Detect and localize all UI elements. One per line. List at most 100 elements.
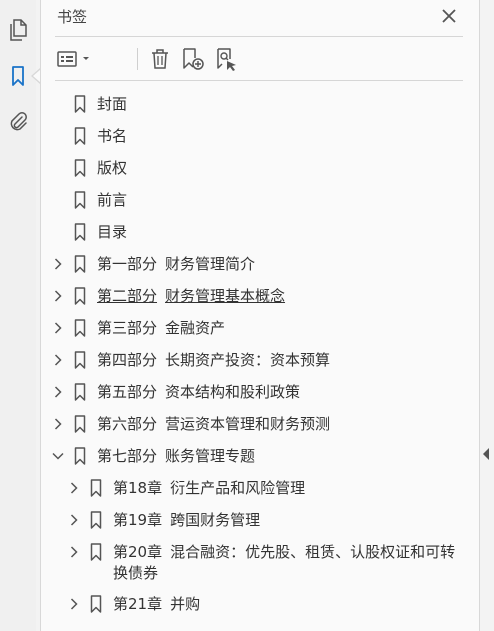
bookmark-icon [89, 594, 103, 614]
bookmark-item[interactable]: 版权 [41, 152, 479, 184]
bookmark-label: 第18章 衍生产品和风险管理 [113, 478, 305, 499]
bookmark-label: 前言 [97, 191, 128, 209]
bookmark-item[interactable]: 第一部分 财务管理简介 [41, 248, 479, 280]
bookmark-item[interactable]: 第二部分 财务管理基本概念 [41, 280, 479, 312]
bookmark-icon [73, 222, 87, 242]
bookmark-label: 第六部分 营运资本管理和财务预测 [97, 414, 330, 435]
bookmark-icon [73, 94, 87, 114]
panel-title: 书签 [57, 8, 88, 26]
close-panel-button[interactable] [439, 6, 459, 26]
bookmark-part: 第四部分 [97, 351, 158, 369]
bookmark-title: 混合融资：优先股、租赁、认股权证和可转换债券 [113, 543, 456, 582]
bookmark-item[interactable]: 封面 [41, 88, 479, 120]
new-bookmark-button[interactable] [179, 46, 207, 72]
bookmark-item[interactable]: 第六部分 营运资本管理和财务预测 [41, 408, 479, 440]
chevron-right-icon[interactable] [67, 544, 81, 560]
bookmark-item[interactable]: 书名 [41, 120, 479, 152]
attachment-icon[interactable] [6, 110, 30, 134]
bookmark-icon [73, 190, 87, 210]
bookmark-icon [73, 158, 87, 178]
bookmark-icon [89, 542, 103, 562]
chevron-left-icon [483, 448, 489, 460]
bookmark-part: 第七部分 [97, 447, 158, 465]
bookmark-item[interactable]: 第五部分 资本结构和股利政策 [41, 376, 479, 408]
bookmark-label: 第三部分 金融资产 [97, 318, 225, 339]
bookmark-icon [73, 350, 87, 370]
bookmark-icon [73, 126, 87, 146]
bookmark-label: 书名 [97, 127, 128, 145]
bookmark-item[interactable]: 第四部分 长期资产投资：资本预算 [41, 344, 479, 376]
bookmark-icon [73, 254, 87, 274]
chevron-right-icon[interactable] [67, 596, 81, 612]
bookmark-icon [73, 382, 87, 402]
chevron-right-icon[interactable] [51, 352, 65, 368]
bookmark-icon [73, 286, 87, 306]
chevron-right-icon[interactable] [51, 384, 65, 400]
bookmarks-panel: 书签 封面 书名 版权 前言 目录 第一部分 财务管理简介 第二部分 财务管理基… [40, 0, 480, 631]
bookmark-item[interactable]: 第三部分 金融资产 [41, 312, 479, 344]
bookmark-title: 财务管理简介 [165, 255, 256, 273]
bookmark-part: 第三部分 [97, 319, 158, 337]
bookmark-label: 第七部分 账务管理专题 [97, 446, 255, 467]
bookmark-item[interactable]: 前言 [41, 184, 479, 216]
title-divider [55, 36, 463, 37]
toolbar-divider [55, 80, 463, 81]
chevron-right-icon[interactable] [51, 416, 65, 432]
bookmark-icon[interactable] [6, 64, 30, 88]
bookmark-child-item[interactable]: 第19章 跨国财务管理 [41, 504, 479, 536]
bookmark-title: 并购 [170, 595, 201, 613]
bookmark-options-icon [57, 51, 89, 67]
bookmark-options-button[interactable] [55, 46, 95, 72]
bookmark-child-item[interactable]: 第18章 衍生产品和风险管理 [41, 472, 479, 504]
bookmark-child-item[interactable]: 第20章 混合融资：优先股、租赁、认股权证和可转换债券 [41, 536, 479, 588]
bookmark-label: 第五部分 资本结构和股利政策 [97, 382, 300, 403]
new-bookmark-icon [183, 48, 204, 70]
bookmark-child-item[interactable]: 第21章 并购 [41, 588, 479, 620]
bookmark-part: 第19章 [113, 511, 163, 529]
bookmark-part: 第21章 [113, 595, 163, 613]
chevron-right-icon[interactable] [51, 288, 65, 304]
bookmark-label: 目录 [97, 223, 128, 241]
bookmark-title: 跨国财务管理 [170, 511, 261, 529]
bookmark-part: 第一部分 [97, 255, 158, 273]
bookmark-title: 财务管理基本概念 [165, 287, 286, 305]
bookmark-icon [73, 446, 87, 466]
chevron-right-icon[interactable] [51, 320, 65, 336]
find-bookmark-icon [217, 48, 236, 71]
bookmark-label: 版权 [97, 159, 128, 177]
bookmark-icon [89, 510, 103, 530]
chevron-right-icon[interactable] [67, 480, 81, 496]
bookmark-part: 第五部分 [97, 383, 158, 401]
bookmark-icon [73, 414, 87, 434]
trash-icon [152, 49, 168, 69]
chevron-right-icon[interactable] [51, 256, 65, 272]
chevron-right-icon[interactable] [67, 512, 81, 528]
bookmark-part: 第18章 [113, 479, 163, 497]
bookmark-label: 第20章 混合融资：优先股、租赁、认股权证和可转换债券 [113, 542, 463, 584]
delete-bookmark-button[interactable] [147, 46, 173, 72]
bookmark-label: 封面 [97, 95, 128, 113]
bookmark-part: 第六部分 [97, 415, 158, 433]
left-tool-strip [0, 0, 41, 631]
toolbar-separator [137, 48, 138, 70]
bookmark-title: 金融资产 [165, 319, 226, 337]
bookmark-title: 长期资产投资：资本预算 [165, 351, 331, 369]
chevron-down-icon[interactable] [51, 448, 65, 464]
bookmark-label: 第二部分 财务管理基本概念 [97, 286, 285, 307]
bookmark-label: 第21章 并购 [113, 594, 200, 615]
bookmark-title: 衍生产品和风险管理 [170, 479, 306, 497]
bookmark-title: 营运资本管理和财务预测 [165, 415, 331, 433]
bookmark-item[interactable]: 目录 [41, 216, 479, 248]
bookmark-label: 第19章 跨国财务管理 [113, 510, 260, 531]
bookmark-icon [73, 318, 87, 338]
bookmark-item[interactable]: 第七部分 账务管理专题 [41, 440, 479, 472]
collapse-panel-handle[interactable] [481, 448, 491, 460]
pages-icon[interactable] [6, 18, 30, 42]
bookmark-title: 资本结构和股利政策 [165, 383, 301, 401]
find-bookmark-button[interactable] [213, 46, 241, 72]
bookmark-part: 第二部分 [97, 287, 158, 305]
bookmark-label: 第一部分 财务管理简介 [97, 254, 255, 275]
bookmark-title: 账务管理专题 [165, 447, 256, 465]
bookmark-icon [89, 478, 103, 498]
close-icon [442, 9, 456, 23]
